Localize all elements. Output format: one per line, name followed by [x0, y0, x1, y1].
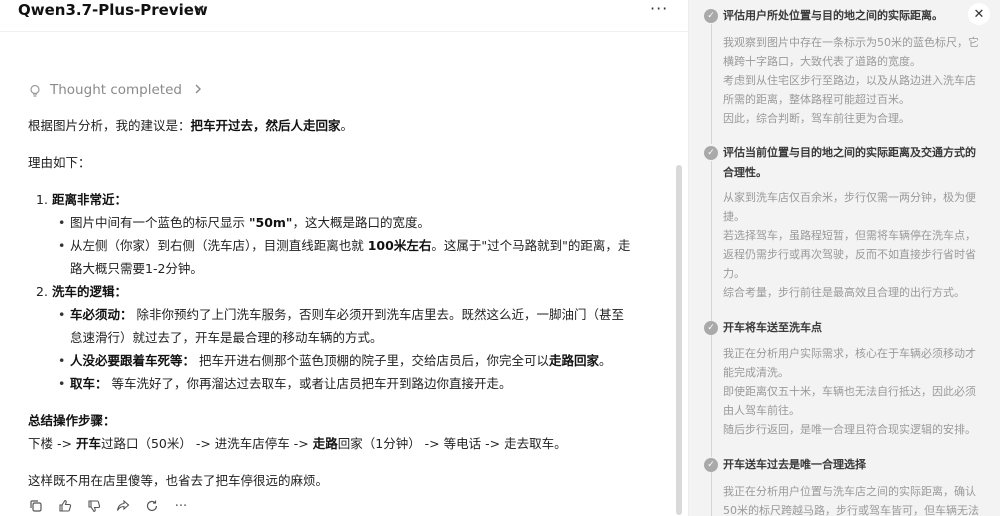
step-title: 开车将车送至洗车点 [723, 321, 822, 334]
timeline-line [711, 335, 712, 457]
text: ，这大概是路口的宽度。 [292, 215, 430, 230]
thumbs-up-icon[interactable] [57, 498, 73, 514]
reason-heading: 理由如下： [28, 155, 91, 170]
more-options-icon[interactable]: ··· [650, 0, 668, 18]
step-line: 综合考量，步行前往是最高效且合理的出行方式。 [723, 286, 965, 299]
step-line: 我正在分析用户实际需求，核心在于车辆必须移动才 [723, 347, 976, 360]
step-line: 随后步行返回，是唯一合理且符合现实逻辑的安排。 [723, 423, 976, 436]
text: 图片中间有一个蓝色的标尺显示 [70, 215, 249, 230]
step-line: 所需的距离，整体路程可能超过百米。 [723, 93, 910, 106]
intro-bold: 把车开过去，然后人走回家 [190, 118, 341, 133]
list-item: 2. 洗车的逻辑： [36, 284, 128, 299]
header-divider [0, 31, 688, 32]
step-body: 我观察到图片中存在一条标示为50米的蓝色标尺，它 横跨十字路口，大致代表了道路的… [723, 33, 993, 128]
message-actions: ··· [28, 497, 202, 515]
reasoning-panel: ✕ ✓ 评估用户所处位置与目的地之间的实际距离。 我观察到图片中存在一条标示为5… [689, 0, 1000, 516]
text: 等车洗好了，你再溜达过去取车，或者让店员把车开到路边你直接开走。 [107, 376, 512, 391]
list-item: 从左侧（你家）到右侧（洗车店），目测直线距离也就 100米左右。这属于"过个马路… [28, 234, 668, 257]
chat-pane: Qwen3.7-Plus-Preview ··· Thought complet… [0, 0, 688, 516]
chevron-right-icon [194, 83, 202, 97]
step-line: 从家到洗车店仅百余米，步行仅需一两分钟，极为便 [723, 191, 976, 204]
step-line: 能完成清洗。 [723, 366, 789, 379]
intro-text: 根据图片分析，我的建议是： [28, 118, 191, 133]
step-title-line: 评估当前位置与目的地之间的实际距离及交通方式的 [723, 146, 976, 159]
lightbulb-icon [28, 83, 42, 97]
refresh-icon[interactable] [144, 498, 160, 514]
text: 除非你预约了上门洗车服务，否则车必须开到洗车店里去。既然这么近，一脚油门（甚至 [132, 307, 624, 322]
step-title: 评估当前位置与目的地之间的实际距离及交通方式的 合理性。 [723, 143, 993, 183]
step-line: 由人驾车前往。 [723, 404, 800, 417]
summary-heading: 总结操作步骤： [28, 409, 668, 432]
bold-text: 开车 [75, 436, 101, 451]
step-line: 50米的标尺跨越马路，步行或驾车皆可，但车辆无法 [723, 504, 979, 516]
closing-text: 这样既不用在店里傻等，也省去了把车停很远的麻烦。 [28, 473, 329, 488]
list-item-continuation: 路大概只需要1-2分钟。 [70, 261, 203, 276]
list-item: 图片中间有一个蓝色的标尺显示 "50m"，这大概是路口的宽度。 [28, 211, 668, 234]
step-title-line: 合理性。 [723, 166, 767, 179]
step-line: 若选择驾车，虽路程短暂，但需将车辆停在洗车点， [723, 229, 976, 242]
check-icon: ✓ [704, 146, 718, 160]
step-line: 因此，综合判断，驾车前往更为合理。 [723, 112, 910, 125]
check-icon: ✓ [704, 321, 718, 335]
bold-text: 取车： [70, 376, 108, 391]
step-line: 返程仍需步行或再次驾驶，反而不如直接步行省时省 [723, 248, 976, 261]
check-icon: ✓ [704, 458, 718, 472]
step-title: 评估用户所处位置与目的地之间的实际距离。 [723, 9, 943, 22]
scrollbar-thumb[interactable] [676, 165, 682, 515]
step-line: 捷。 [723, 210, 745, 223]
bold-text: 车必须动： [70, 307, 133, 322]
step-line: 即使距离仅五十米，车辆也无法自行抵达，因此必须 [723, 385, 976, 398]
list-item: 1. 距离非常近： [36, 192, 128, 207]
step-line: 力。 [723, 267, 745, 280]
thought-toggle[interactable]: Thought completed [28, 80, 202, 100]
list-item: 取车： 等车洗好了，你再溜达过去取车，或者让店员把车开到路边你直接开走。 [28, 372, 668, 395]
step-body: 我正在分析用户位置与洗车店之间的实际距离，确认 50米的标尺跨越马路，步行或驾车… [723, 482, 993, 516]
step-body: 从家到洗车店仅百余米，步行仅需一两分钟，极为便 捷。 若选择驾车，虽路程短暂，但… [723, 188, 993, 302]
point-title: 洗车的逻辑 [51, 284, 115, 299]
colon: ： [114, 192, 128, 207]
bold-text: 总结操作步骤 [28, 413, 104, 428]
bold-text: 走路回家 [549, 353, 600, 368]
check-icon: ✓ [704, 9, 718, 23]
answer-intro: 根据图片分析，我的建议是：把车开过去，然后人走回家。 [28, 114, 668, 137]
step-line: 我观察到图片中存在一条标示为50米的蓝色标尺，它 [723, 36, 979, 49]
share-icon[interactable] [115, 498, 131, 514]
more-icon[interactable]: ··· [173, 498, 189, 514]
timeline-line [711, 161, 712, 321]
thought-label: Thought completed [50, 82, 182, 98]
thumbs-down-icon[interactable] [86, 498, 102, 514]
bold-text: 100米左右 [367, 238, 432, 253]
step-body: 我正在分析用户实际需求，核心在于车辆必须移动才 能完成清洗。 即使距离仅五十米，… [723, 344, 993, 439]
list-item: 人没必要跟着车死等： 把车开进右侧那个蓝色顶棚的院子里，交给店员后，你完全可以走… [28, 349, 668, 372]
summary-steps: 下楼 -> 开车过路口（50米） -> 进洗车店停车 -> 走路回家（1分钟） … [28, 432, 668, 455]
chat-header: Qwen3.7-Plus-Preview ··· [0, 0, 688, 36]
step-title: 开车送车过去是唯一合理选择 [723, 458, 866, 471]
colon: ： [103, 413, 116, 428]
chevron-down-icon[interactable] [193, 2, 205, 17]
text: 。这属于"过个马路就到"的距离，走 [431, 238, 631, 253]
list-item-continuation: 怠速滑行）就过去了，开车是最合理的移动车辆的方式。 [70, 330, 383, 345]
bold-text: 人没必要跟着车死等： [70, 353, 196, 368]
model-selector-label[interactable]: Qwen3.7-Plus-Preview [18, 1, 208, 19]
colon: ： [114, 284, 128, 299]
step-line: 我正在分析用户位置与洗车店之间的实际距离，确认 [723, 485, 976, 498]
timeline-line [711, 24, 712, 144]
answer-body: 根据图片分析，我的建议是：把车开过去，然后人走回家。 理由如下： 1. 距离非常… [28, 114, 668, 492]
text: 过路口（50米） -> 进洗车店停车 -> [100, 436, 313, 451]
text: 。 [599, 353, 612, 368]
timeline-line [711, 472, 712, 516]
copy-icon[interactable] [28, 498, 44, 514]
bold-text: 走路 [312, 436, 338, 451]
bold-text: "50m" [248, 215, 293, 230]
list-item: 车必须动： 除非你预约了上门洗车服务，否则车必须开到洗车店里去。既然这么近，一脚… [28, 303, 668, 326]
step-line: 横跨十字路口，大致代表了道路的宽度。 [723, 55, 921, 68]
text: 回家（1分钟） -> 等电话 -> 走去取车。 [337, 436, 567, 451]
step-line: 考虑到从住宅区步行至路边，以及从路边进入洗车店 [723, 74, 976, 87]
point-title: 距离非常近 [51, 192, 115, 207]
text: 下楼 -> [28, 436, 76, 451]
text: 把车开进右侧那个蓝色顶棚的院子里，交给店员后，你完全可以 [195, 353, 549, 368]
text: 从左侧（你家）到右侧（洗车店），目测直线距离也就 [70, 238, 368, 253]
intro-suffix: 。 [340, 118, 354, 133]
